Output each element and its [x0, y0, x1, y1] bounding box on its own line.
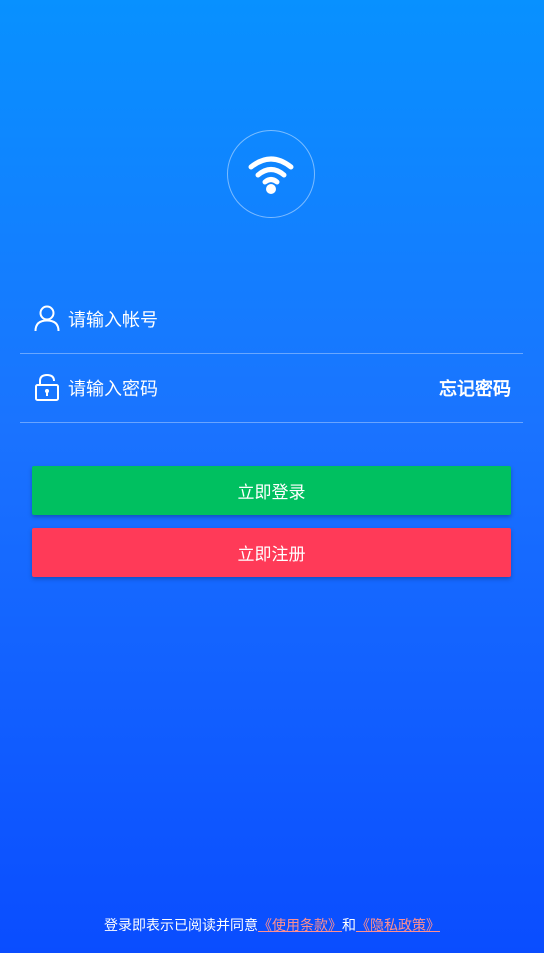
login-button[interactable]: 立即登录	[32, 466, 511, 515]
wifi-icon	[248, 156, 294, 194]
agreement-text: 登录即表示已阅读并同意《使用条款》和《隐私政策》	[0, 915, 544, 935]
terms-link[interactable]: 《使用条款》	[258, 918, 342, 934]
agreement-joiner: 和	[342, 918, 356, 934]
password-input[interactable]	[68, 373, 428, 405]
agreement-prefix: 登录即表示已阅读并同意	[104, 918, 258, 934]
account-input[interactable]	[68, 304, 428, 336]
register-button[interactable]: 立即注册	[32, 528, 511, 577]
forgot-password-link[interactable]: 忘记密码	[439, 375, 511, 401]
lock-icon	[35, 373, 59, 401]
account-field	[20, 286, 523, 354]
password-field: 忘记密码	[20, 355, 523, 423]
privacy-link[interactable]: 《隐私政策》	[356, 918, 440, 934]
user-icon	[34, 305, 60, 332]
app-logo	[227, 130, 315, 218]
